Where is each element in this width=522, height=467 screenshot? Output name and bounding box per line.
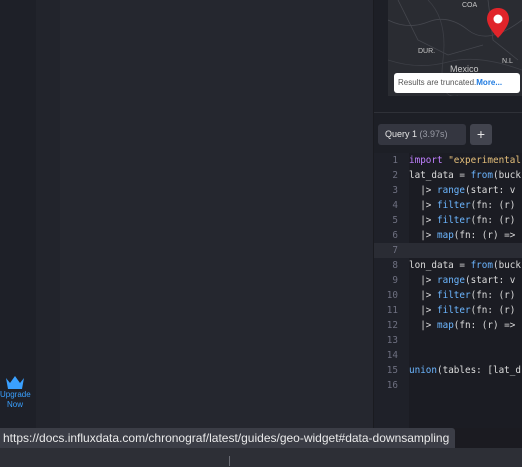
code-token: import: [409, 155, 443, 166]
code-line[interactable]: 7: [374, 243, 522, 258]
code-token: filter: [437, 215, 471, 226]
line-number: 6: [392, 230, 398, 241]
crown-icon: [6, 376, 24, 389]
code-token: (buck: [492, 260, 521, 271]
upgrade-label-line2: Now: [6, 400, 23, 409]
code-token: from: [470, 260, 493, 271]
code-token: (fn: (r) =>: [453, 230, 516, 241]
code-token: "experimental: [448, 155, 521, 166]
code-token: filter: [437, 305, 471, 316]
upgrade-label-line1: Upgrade: [0, 390, 31, 399]
line-number: 5: [392, 215, 398, 226]
line-number: 11: [386, 305, 398, 316]
query-time: (3.97s): [419, 129, 448, 139]
line-number: 16: [386, 380, 398, 391]
tab-label: Query 1: [385, 129, 418, 139]
line-number: 3: [392, 185, 398, 196]
map-bottom-border: [374, 112, 522, 113]
line-number: 14: [386, 350, 398, 361]
code-token: filter: [437, 290, 471, 301]
code-token: map: [437, 230, 454, 241]
code-line[interactable]: 15 union(tables: [lat_d: [374, 363, 522, 378]
code-token: filter: [437, 200, 471, 211]
line-number: 15: [386, 365, 398, 376]
line-number: 12: [386, 320, 398, 331]
code-token: map: [437, 320, 454, 331]
code-line[interactable]: 10 |> filter(fn: (r): [374, 288, 522, 303]
code-line[interactable]: 13: [374, 333, 522, 348]
code-line[interactable]: 14: [374, 348, 522, 363]
code-token: range: [437, 275, 465, 286]
line-number: 2: [392, 170, 398, 181]
code-line[interactable]: 2 lat_data = from(buck: [374, 168, 522, 183]
main-panel: [60, 0, 374, 428]
code-line[interactable]: 8 lon_data = from(buck: [374, 258, 522, 273]
line-number: 9: [392, 275, 398, 286]
code-line[interactable]: 9 |> range(start: v: [374, 273, 522, 288]
add-query-button[interactable]: +: [470, 124, 492, 145]
more-link[interactable]: More...: [476, 78, 502, 87]
code-token: (start: v: [465, 275, 516, 286]
code-token: (fn: (r): [470, 305, 516, 316]
code-token: (buck: [492, 170, 521, 181]
code-token: |>: [409, 290, 437, 301]
code-token: |>: [409, 305, 437, 316]
truncated-text: Results are truncated.: [398, 78, 477, 87]
map-label-dur: DUR.: [418, 48, 436, 55]
code-token: union: [409, 365, 437, 376]
code-token: (tables: [lat_d: [437, 365, 521, 376]
code-line[interactable]: 1 import "experimental: [374, 153, 522, 168]
code-token: (start: v: [465, 185, 516, 196]
bottom-bar: [0, 448, 522, 467]
code-line[interactable]: 16: [374, 378, 522, 393]
code-line[interactable]: 5 |> filter(fn: (r): [374, 213, 522, 228]
line-number: 8: [392, 260, 398, 271]
code-token: (fn: (r) =>: [453, 320, 516, 331]
code-token: (fn: (r): [470, 215, 516, 226]
bottom-bar-separator: [229, 456, 230, 466]
code-token: from: [470, 170, 493, 181]
code-line[interactable]: 4 |> filter(fn: (r): [374, 198, 522, 213]
line-number: 4: [392, 200, 398, 211]
line-number: 1: [392, 155, 398, 166]
code-token: (fn: (r): [470, 200, 516, 211]
upgrade-now-button[interactable]: Upgrade Now: [0, 374, 31, 410]
code-token: range: [437, 185, 465, 196]
code-token: |>: [409, 200, 437, 211]
code-token: |>: [409, 275, 437, 286]
results-truncated-notice: Results are truncated.More...: [394, 73, 520, 93]
line-number: 13: [386, 335, 398, 346]
link-hover-status: https://docs.influxdata.com/chronograf/l…: [0, 428, 456, 448]
line-number: 7: [392, 245, 398, 256]
code-token: |>: [409, 185, 437, 196]
code-token: |>: [409, 320, 437, 331]
code-token: |>: [409, 215, 437, 226]
map-label-coa: COA: [462, 2, 478, 9]
code-token: (fn: (r): [470, 290, 516, 301]
code-token: lon_data =: [409, 260, 471, 271]
tab-query-1[interactable]: Query 1 (3.97s): [378, 124, 466, 145]
map-label-nl: N.L: [502, 58, 513, 65]
code-line[interactable]: 3 |> range(start: v: [374, 183, 522, 198]
code-line[interactable]: 6 |> map(fn: (r) =>: [374, 228, 522, 243]
line-number: 10: [386, 290, 398, 301]
code-line[interactable]: 12 |> map(fn: (r) =>: [374, 318, 522, 333]
code-token: lat_data =: [409, 170, 471, 181]
code-token: |>: [409, 230, 437, 241]
location-pin-icon[interactable]: [486, 7, 510, 39]
code-line[interactable]: 11 |> filter(fn: (r): [374, 303, 522, 318]
left-navigation: [0, 0, 36, 428]
side-panel: [36, 0, 60, 428]
